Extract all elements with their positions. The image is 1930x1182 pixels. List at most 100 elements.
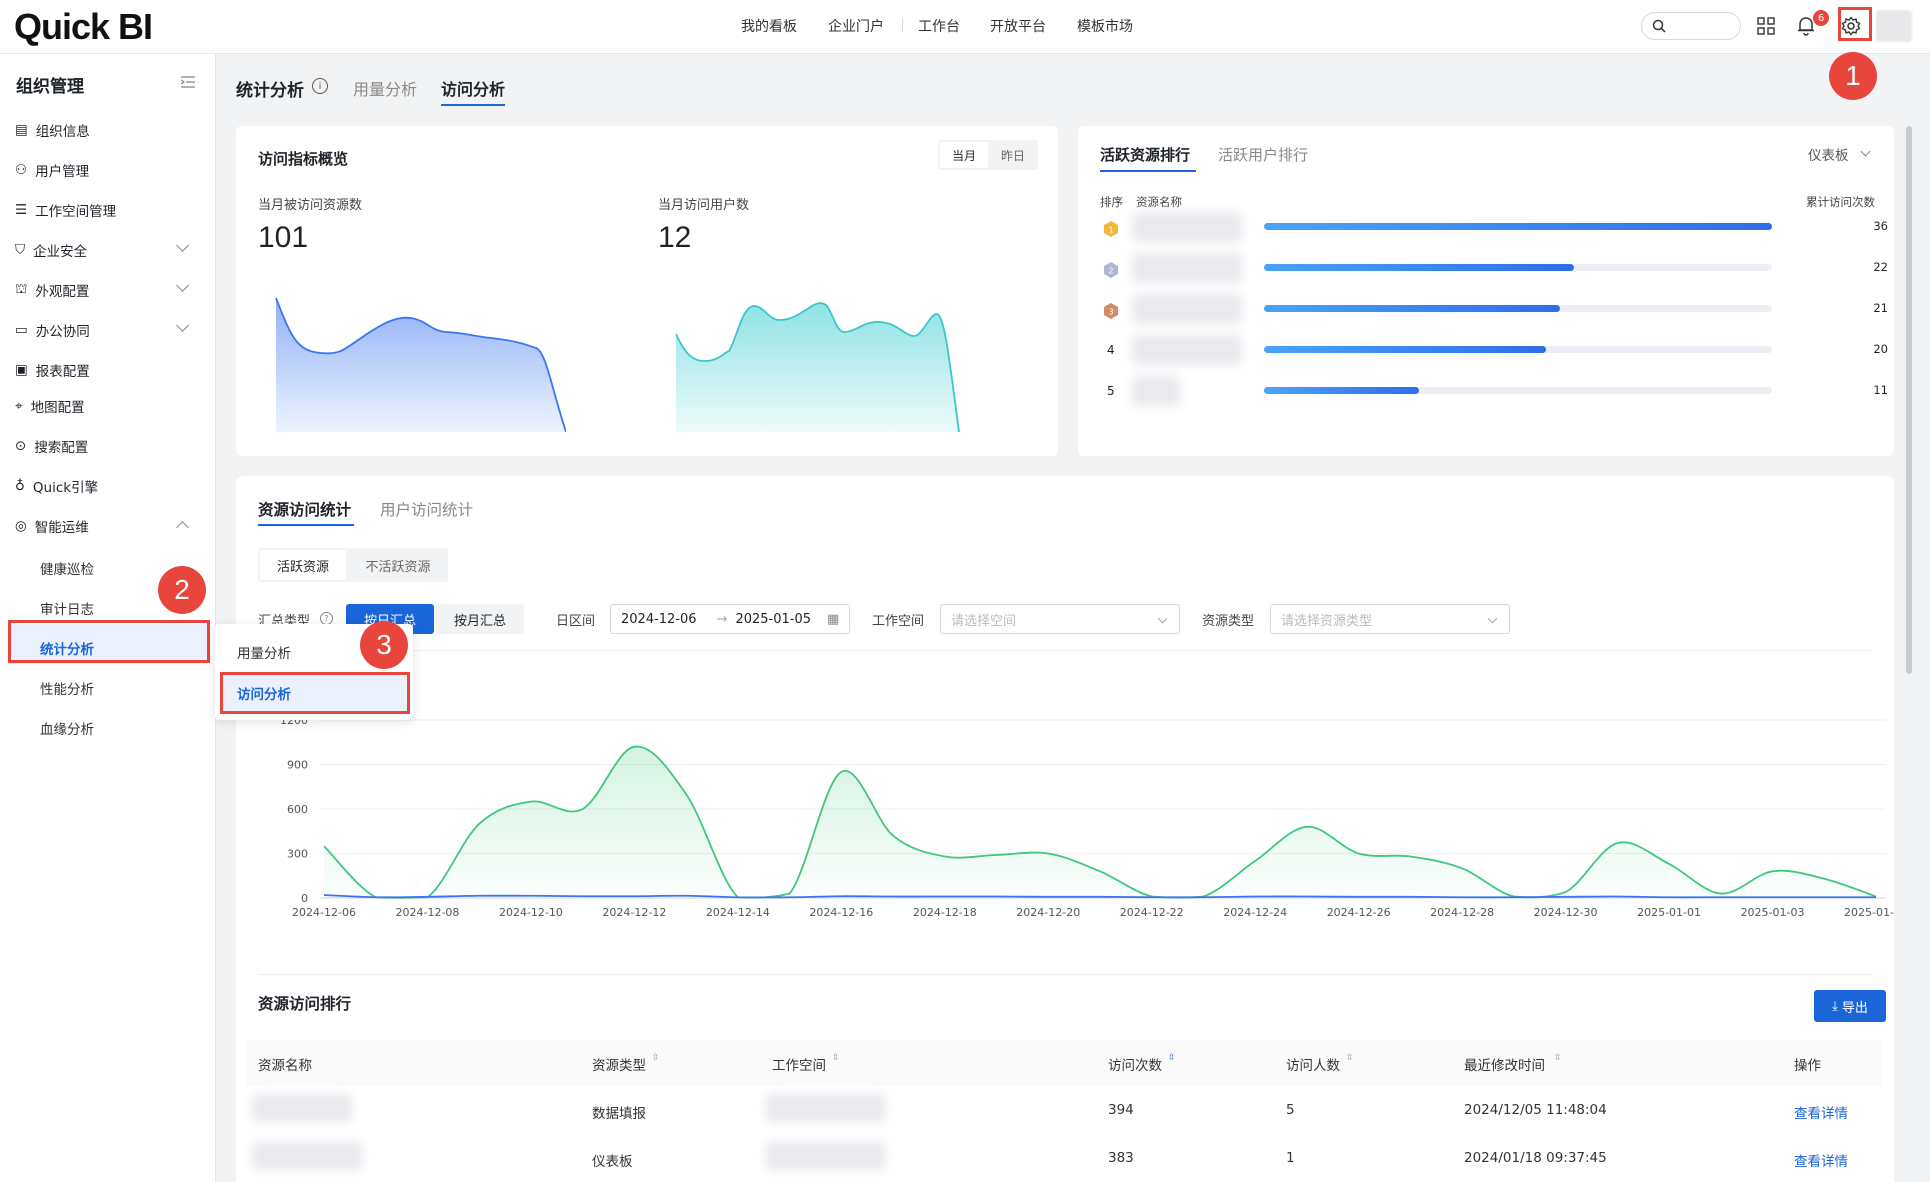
sort-icon[interactable]: ⇳ xyxy=(1554,1053,1562,1063)
col-rank: 排序 xyxy=(1100,195,1123,209)
date-start[interactable]: 2024-12-06 xyxy=(621,612,697,627)
view-details-link[interactable]: 查看详情 xyxy=(1794,1102,1848,1122)
avatar[interactable] xyxy=(1876,10,1912,42)
map-icon: ⌖ xyxy=(15,398,23,414)
sidebar-item-quick-engine[interactable]: ♁ Quick引擎 xyxy=(15,476,98,496)
calendar-icon[interactable]: ▦ xyxy=(827,612,839,627)
period-toggle: 当月 昨日 xyxy=(938,140,1038,170)
tab-usage-analysis[interactable]: 用量分析 xyxy=(353,76,417,100)
sidebar-item-label: Quick引擎 xyxy=(32,480,99,496)
sidebar-item-appearance[interactable]: ⛫ 外观配置 xyxy=(15,280,89,300)
th-users[interactable]: 访问人数 xyxy=(1286,1054,1340,1074)
apps-grid-icon[interactable] xyxy=(1756,16,1776,36)
th-resource-type[interactable]: 资源类型 xyxy=(592,1054,646,1074)
sidebar-subitem-health-check[interactable]: 健康巡检 xyxy=(40,558,94,578)
chevron-down-icon[interactable] xyxy=(176,319,189,332)
sidebar-item-security[interactable]: ⛉ 企业安全 xyxy=(15,240,87,260)
tab-active-users[interactable]: 活跃用户排行 xyxy=(1218,144,1308,165)
tab-active-resources[interactable]: 活跃资源排行 xyxy=(1100,144,1190,165)
sort-icon[interactable]: ⇳ xyxy=(832,1053,840,1063)
sort-icon[interactable]: ⇳ xyxy=(1168,1053,1176,1063)
flyout-item-visit[interactable]: 访问分析 xyxy=(237,683,291,703)
tab-resource-stats[interactable]: 资源访问统计 xyxy=(258,498,351,520)
export-label: 导出 xyxy=(1841,1000,1868,1016)
export-button[interactable]: ⤓ 导出 xyxy=(1814,990,1886,1022)
info-icon[interactable]: i xyxy=(312,78,328,94)
overview-card: 访问指标概览 当月 昨日 当月被访问资源数 101 当月访问用户数 12 xyxy=(236,126,1058,456)
flyout-item-usage[interactable]: 用量分析 xyxy=(237,642,291,662)
sidebar-item-workspace[interactable]: ☰ 工作空间管理 xyxy=(15,200,116,220)
arrow-right-icon: → xyxy=(716,611,728,627)
sidebar-item-users[interactable]: ⚇ 用户管理 xyxy=(15,160,89,180)
x-tick-label: 2025-01-03 xyxy=(1741,906,1805,919)
col-visit-count: 累计访问次数 xyxy=(1806,195,1875,209)
date-range-picker[interactable]: 2024-12-06 → 2025-01-05 ▦ xyxy=(610,604,850,634)
sort-icon[interactable]: ⇳ xyxy=(1346,1053,1354,1063)
collapse-sidebar-icon[interactable] xyxy=(180,74,196,90)
th-visits[interactable]: 访问次数 xyxy=(1108,1054,1162,1074)
sidebar-item-label: 智能运维 xyxy=(34,520,89,536)
chevron-down-icon[interactable] xyxy=(1487,613,1498,624)
chevron-down-icon[interactable] xyxy=(1157,613,1168,624)
rank-medal-icon: 2 xyxy=(1102,261,1120,279)
workspace-placeholder: 请选择空间 xyxy=(951,613,1017,629)
sidebar-item-report-config[interactable]: ▣ 报表配置 xyxy=(15,360,90,380)
resource-name-redacted xyxy=(1132,253,1242,283)
ops-icon: ◎ xyxy=(15,518,27,534)
toggle-this-month[interactable]: 当月 xyxy=(940,142,988,168)
tab-visit-analysis[interactable]: 访问分析 xyxy=(441,76,505,100)
nav-workbench[interactable]: 工作台 xyxy=(918,16,960,36)
users-icon: ⚇ xyxy=(15,162,28,178)
x-tick-label: 2024-12-28 xyxy=(1430,906,1494,919)
sidebar-subitem-audit-log[interactable]: 审计日志 xyxy=(40,598,94,618)
chevron-down-icon[interactable] xyxy=(176,279,189,292)
resource-type-select[interactable]: 仪表板 xyxy=(1808,144,1849,164)
th-modified[interactable]: 最近修改时间 xyxy=(1464,1054,1545,1074)
sidebar-subitem-performance[interactable]: 性能分析 xyxy=(40,678,94,698)
sidebar-item-label: 工作空间管理 xyxy=(35,204,117,220)
workspace-redacted xyxy=(766,1094,886,1122)
sidebar-item-office[interactable]: ▭ 办公协同 xyxy=(15,320,90,340)
resource-type-label: 资源类型 xyxy=(1202,614,1255,629)
sidebar-item-label: 搜索配置 xyxy=(34,440,89,456)
rank-visit-count: 21 xyxy=(1873,301,1888,315)
sidebar-item-map-config[interactable]: ⌖ 地图配置 xyxy=(15,396,85,416)
toggle-yesterday[interactable]: 昨日 xyxy=(990,142,1036,168)
nav-template-market[interactable]: 模板市场 xyxy=(1077,16,1133,36)
view-details-link[interactable]: 查看详情 xyxy=(1794,1150,1848,1170)
tab-stats-analysis[interactable]: 统计分析 xyxy=(236,76,304,101)
gear-icon[interactable] xyxy=(1840,15,1862,37)
chevron-down-icon[interactable] xyxy=(176,239,189,252)
app-logo[interactable]: Quick BI xyxy=(14,6,153,48)
sidebar-subitem-lineage[interactable]: 血缘分析 xyxy=(40,718,94,738)
resource-name-redacted xyxy=(1132,335,1242,365)
rank-bar-track xyxy=(1264,305,1772,312)
seg-active[interactable]: 活跃资源 xyxy=(260,550,346,580)
workspace-redacted xyxy=(766,1142,886,1170)
search-input[interactable] xyxy=(1641,12,1741,40)
chevron-down-icon[interactable] xyxy=(1860,146,1871,157)
tab-user-stats[interactable]: 用户访问统计 xyxy=(380,498,473,520)
sidebar-item-org-info[interactable]: ▤ 组织信息 xyxy=(15,120,90,140)
nav-open-platform[interactable]: 开放平台 xyxy=(990,16,1046,36)
sidebar-subitem-stats-analysis[interactable]: 统计分析 xyxy=(40,638,94,658)
scrollbar-thumb[interactable] xyxy=(1906,126,1912,674)
resource-name-redacted xyxy=(252,1142,362,1170)
nav-enterprise-portal[interactable]: 企业门户 xyxy=(828,16,884,36)
rank-visit-count: 36 xyxy=(1873,219,1888,233)
th-workspace[interactable]: 工作空间 xyxy=(772,1054,826,1074)
sort-icon[interactable]: ⇳ xyxy=(652,1053,660,1063)
sidebar-item-smart-ops[interactable]: ◎ 智能运维 xyxy=(15,516,89,536)
ranking-card: 活跃资源排行 活跃用户排行 仪表板 排序 资源名称 累计访问次数 1 36 2 22 3… xyxy=(1078,126,1894,456)
btn-monthly-summary[interactable]: 按月汇总 xyxy=(436,604,524,634)
rank-bar-fill xyxy=(1264,346,1547,353)
resource-type-filter[interactable]: 请选择资源类型 xyxy=(1270,604,1510,634)
rank-bar-fill xyxy=(1264,223,1772,230)
date-end[interactable]: 2025-01-05 xyxy=(735,612,811,627)
seg-inactive[interactable]: 不活跃资源 xyxy=(350,550,446,580)
sidebar-item-search-config[interactable]: ⊙ 搜索配置 xyxy=(15,436,88,456)
nav-my-dashboard[interactable]: 我的看板 xyxy=(741,16,797,36)
workspace-select[interactable]: 请选择空间 xyxy=(940,604,1180,634)
table-title: 资源访问排行 xyxy=(258,995,352,1013)
chevron-up-icon[interactable] xyxy=(176,521,189,534)
